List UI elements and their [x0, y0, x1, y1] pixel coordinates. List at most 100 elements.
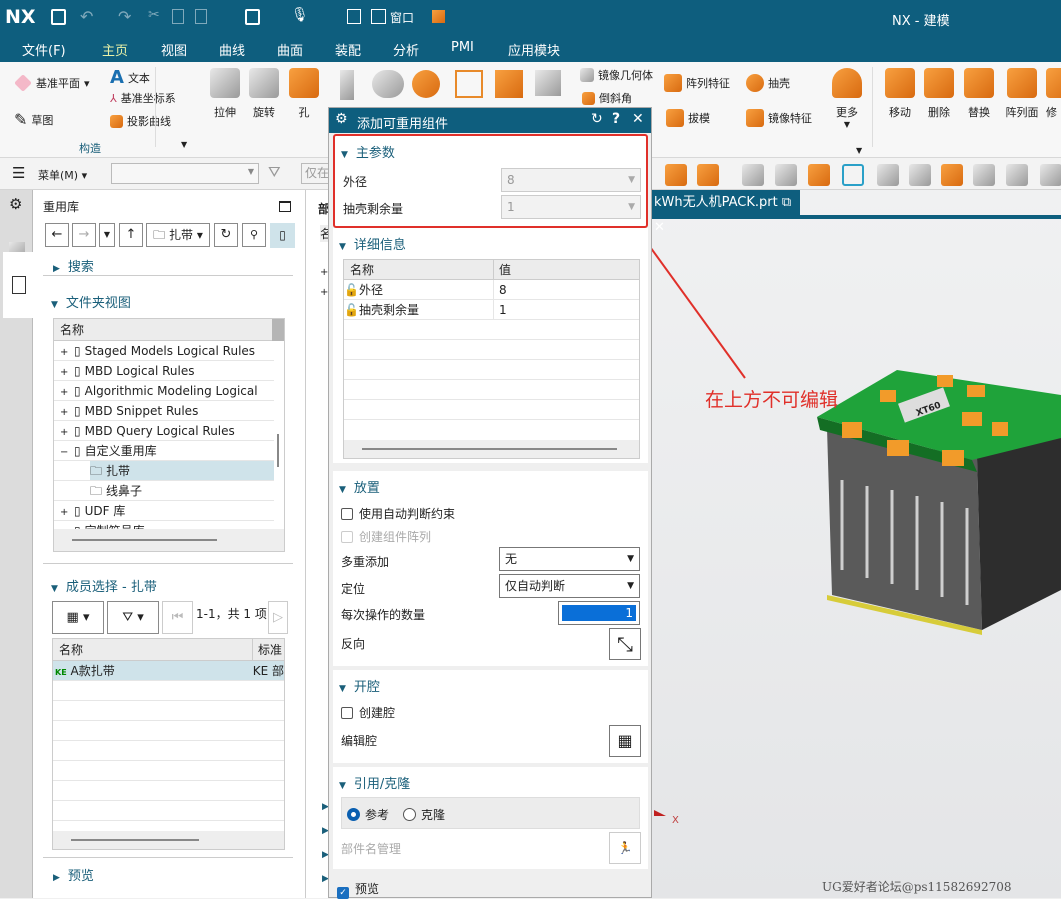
datum-plane-button[interactable]: 基准平面 ▾	[14, 74, 90, 92]
pattern-face-button[interactable]: 阵列面	[1002, 68, 1042, 120]
group-expand-icon[interactable]: ▼	[856, 146, 862, 155]
library-settings-button[interactable]: ⚲	[242, 223, 266, 247]
draft-button[interactable]: 拔模	[666, 109, 710, 127]
delete-face-button[interactable]: 删除	[921, 68, 957, 120]
position-select[interactable]: 仅自动判断 ▼	[499, 574, 640, 598]
window-icon[interactable]	[371, 9, 386, 24]
expand-toggle[interactable]: +	[60, 383, 70, 403]
expand-toggle[interactable]: +	[60, 363, 70, 383]
tree-icon[interactable]	[877, 164, 899, 186]
close-icon[interactable]: ✕	[632, 111, 644, 127]
search-section[interactable]: ▶ 搜索	[53, 256, 94, 275]
mirror-feature-button[interactable]: 镜像特征	[746, 109, 812, 127]
clone-radio[interactable]: 克隆	[403, 806, 445, 823]
graphics-window[interactable]: kWh无人机PACK.prt ⧉ ✕ XT60 X 在上方不可编辑 UG爱好者论…	[652, 190, 1061, 898]
maximize-icon[interactable]	[279, 201, 291, 212]
preview-checkbox[interactable]: ✓ 预览	[337, 880, 379, 899]
preview-section[interactable]: ▶ 预览	[53, 865, 94, 884]
main-params-header[interactable]: ▼ 主参数	[341, 142, 395, 161]
surface-icon[interactable]	[909, 164, 931, 186]
revolve-button[interactable]: 旋转	[246, 68, 282, 120]
group-expand-icon[interactable]: ▼	[181, 140, 187, 149]
expand-toggle[interactable]: +	[60, 423, 70, 443]
block-icon[interactable]	[941, 164, 963, 186]
replace-face-button[interactable]: 替换	[961, 68, 997, 120]
member-select-section[interactable]: ▼ 成员选择 - 扎带	[51, 576, 157, 595]
paste-icon[interactable]	[195, 9, 207, 24]
hole-button[interactable]: 孔	[286, 68, 322, 120]
count-input[interactable]: 1	[558, 601, 640, 625]
tree-item[interactable]: + ▯ MBD Query Logical Rules	[54, 421, 274, 441]
menu-dropdown[interactable]: 菜单(M) ▾	[38, 167, 87, 183]
horizontal-scrollbar[interactable]	[362, 448, 617, 450]
gear-icon[interactable]: ⚙	[335, 111, 348, 127]
battery-model[interactable]: XT60 X	[652, 190, 1061, 898]
window-menu[interactable]: 窗口	[390, 9, 414, 26]
datum-csys-button[interactable]: ⅄ 基准坐标系	[110, 90, 176, 106]
edge-blend-icon[interactable]	[495, 70, 523, 98]
reuse-view-button[interactable]: ▯	[270, 223, 295, 248]
menu-pmi[interactable]: PMI	[451, 40, 474, 55]
menu-curve[interactable]: 曲线	[219, 40, 245, 59]
tree-item[interactable]: 🗀 线鼻子	[54, 481, 274, 501]
show-hide-icon[interactable]	[973, 164, 995, 186]
horizontal-scrollbar[interactable]	[72, 539, 217, 541]
forward-button[interactable]: →	[72, 223, 96, 247]
expand-toggle[interactable]: −	[60, 443, 70, 463]
member-row[interactable]: KE A款扎带 KE 部	[53, 661, 284, 681]
expand-toggle[interactable]: +	[60, 403, 70, 423]
shell-button[interactable]: 抽壳	[746, 74, 790, 92]
menu-analysis[interactable]: 分析	[393, 40, 419, 59]
checkbox[interactable]	[341, 508, 353, 520]
project-curve-button[interactable]: 投影曲线	[110, 113, 171, 129]
offset-face-icon[interactable]	[842, 164, 864, 186]
reuse-library-tab[interactable]	[3, 252, 34, 318]
subtract-icon[interactable]	[412, 70, 440, 98]
detail-row[interactable]: 🔓外径 8	[344, 280, 639, 300]
horizontal-scrollbar[interactable]	[71, 839, 199, 841]
next-page-button[interactable]: ▷	[268, 601, 288, 634]
menu-file[interactable]: 文件(F)	[22, 40, 66, 59]
dialog-title-bar[interactable]: ⚙ 添加可重用组件 ↻ ? ✕	[329, 108, 651, 133]
copy-icon[interactable]	[172, 9, 184, 24]
more-button[interactable]: 更多 ▼	[830, 68, 864, 129]
menu-app-modules[interactable]: 应用模块	[508, 40, 560, 59]
save-as-icon[interactable]	[245, 9, 260, 25]
checkbox-checked[interactable]: ✓	[337, 887, 349, 899]
tree-item[interactable]: + ▯ MBD Logical Rules	[54, 361, 274, 381]
detail-row[interactable]: 🔓抽壳剩余量 1	[344, 300, 639, 320]
selection-filter-dropdown[interactable]: ▼	[111, 163, 259, 184]
snap-icon[interactable]	[742, 164, 764, 186]
back-button[interactable]: ←	[45, 223, 69, 247]
vertical-scrollbar[interactable]	[277, 434, 279, 467]
mirror-geometry-button[interactable]: 镜像几何体	[580, 67, 653, 83]
move-object-icon[interactable]	[665, 164, 687, 186]
help-icon[interactable]: ?	[612, 111, 620, 127]
intersect-icon[interactable]	[455, 70, 483, 98]
extrude-button[interactable]: 拉伸	[207, 68, 243, 120]
cut-icon[interactable]: ✂	[148, 7, 160, 23]
view-type-dropdown[interactable]: ▦ ▾	[52, 601, 104, 634]
folder-view-section[interactable]: ▼ 文件夹视图	[51, 292, 131, 311]
redo-icon[interactable]: ↷	[118, 7, 131, 26]
menu-surface[interactable]: 曲面	[277, 40, 303, 59]
menu-icon[interactable]: ☰	[12, 164, 25, 182]
details-header[interactable]: ▼ 详细信息	[339, 234, 406, 253]
tree-item[interactable]: + ▯ Staged Models Logical Rules	[54, 341, 274, 361]
face-icon[interactable]	[808, 164, 830, 186]
first-page-button[interactable]: ⏮	[162, 601, 193, 634]
folder-dropdown[interactable]: 🗀 扎带 ▾	[146, 223, 210, 247]
menu-assembly[interactable]: 装配	[335, 40, 361, 59]
multi-add-select[interactable]: 无 ▼	[499, 547, 640, 571]
solid-icon[interactable]	[697, 164, 719, 186]
move-face-button[interactable]: 移动	[882, 68, 918, 120]
window-switch-icon[interactable]	[347, 9, 361, 24]
pattern-feature-button[interactable]: 阵列特征	[664, 74, 730, 92]
settings-icon[interactable]: ⚙	[9, 195, 22, 213]
thread-icon[interactable]	[340, 70, 354, 100]
save-icon[interactable]	[51, 9, 66, 25]
expand-toggle[interactable]: +	[60, 343, 70, 363]
auto-constraint-checkbox[interactable]: 使用自动判断约束	[341, 505, 455, 522]
reference-radio[interactable]: 参考	[347, 806, 389, 823]
cavity-header[interactable]: ▼ 开腔	[339, 676, 380, 695]
